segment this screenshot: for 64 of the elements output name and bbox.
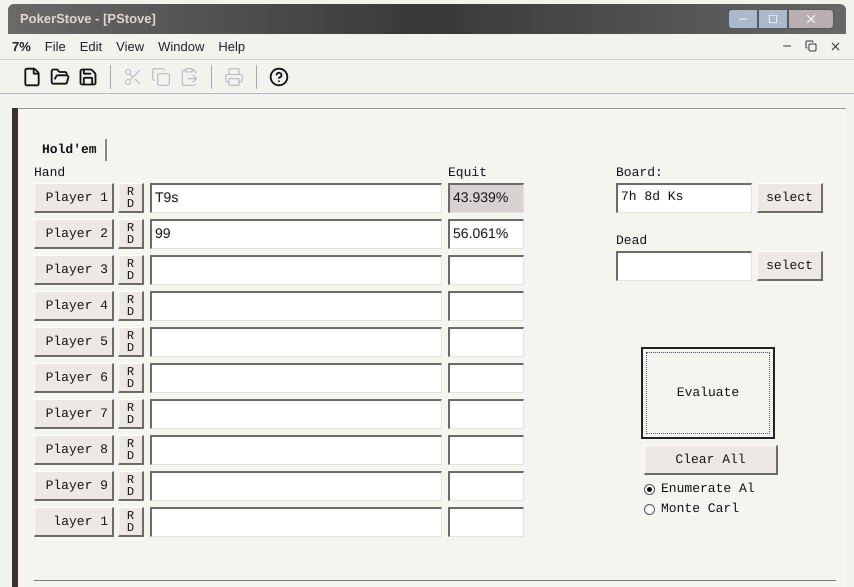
folder-icon[interactable]	[50, 66, 70, 86]
random-dead-button[interactable]: R D	[118, 183, 144, 213]
select-button[interactable]: select	[757, 183, 823, 213]
close-icon[interactable]	[829, 40, 842, 53]
radio-label: Monte Carl	[661, 500, 740, 518]
equity-field: 56.061%	[448, 219, 524, 249]
hand-field[interactable]	[150, 255, 442, 285]
menu-item[interactable]: Window	[158, 36, 204, 56]
minimize-button[interactable]	[728, 9, 758, 29]
hand-field[interactable]	[150, 363, 442, 393]
hand-field[interactable]: 99	[150, 219, 442, 249]
save-icon[interactable]	[78, 66, 98, 86]
close-icon	[804, 12, 818, 26]
menu-item[interactable]: File	[44, 36, 66, 56]
equity-header: Equit	[448, 165, 488, 181]
help-icon[interactable]	[269, 66, 289, 86]
dead-field[interactable]	[616, 251, 752, 281]
random-dead-button[interactable]: R D	[118, 255, 144, 285]
random-dead-button[interactable]: R D	[118, 219, 144, 249]
player-button[interactable]: Player 2	[34, 219, 114, 249]
player-button[interactable]: Player 3	[34, 255, 114, 285]
hand-header: Hand	[34, 165, 66, 181]
radio-button[interactable]	[644, 504, 655, 514]
radio-label: Enumerate Al	[661, 480, 755, 498]
new-file-icon[interactable]	[22, 66, 42, 86]
random-dead-button[interactable]: R D	[118, 435, 144, 465]
player-button[interactable]: Player 8	[34, 435, 114, 465]
hand-field[interactable]	[150, 399, 442, 429]
dead-label: Dead	[616, 233, 648, 249]
random-dead-button[interactable]: R D	[118, 471, 144, 501]
player-button[interactable]: Player 1	[34, 183, 114, 213]
evaluate-button[interactable]: Evaluate	[641, 347, 775, 439]
hand-field[interactable]	[150, 435, 442, 465]
window-title: PokerStove - [PStove]	[20, 10, 156, 28]
app-menu-label[interactable]: 7%	[12, 36, 31, 56]
player-button[interactable]: Player 5	[34, 327, 114, 357]
restore-icon[interactable]	[805, 40, 817, 52]
random-dead-button[interactable]: R D	[118, 291, 144, 321]
board-field[interactable]: 7h 8d Ks	[616, 183, 752, 213]
hand-field[interactable]	[150, 327, 442, 357]
player-button[interactable]: Player 9	[34, 471, 114, 501]
menu-item[interactable]: Edit	[80, 36, 102, 56]
player-button[interactable]: Player 6	[34, 363, 114, 393]
close-button[interactable]	[788, 9, 834, 29]
board-label: Board:	[616, 165, 664, 181]
hand-field[interactable]	[150, 507, 442, 537]
player-button[interactable]: layer 1	[34, 507, 114, 537]
player-button[interactable]: Player 7	[34, 399, 114, 429]
random-dead-button[interactable]: R D	[118, 327, 144, 357]
player-button[interactable]: Player 4	[34, 291, 114, 321]
select-button[interactable]: select	[757, 251, 823, 281]
random-dead-button[interactable]: R D	[118, 399, 144, 429]
equity-field: 43.939%	[448, 183, 524, 213]
maximize-button[interactable]	[758, 9, 788, 29]
random-dead-button[interactable]: R D	[118, 363, 144, 393]
maximize-icon	[768, 14, 778, 24]
clear-all-button[interactable]: Clear All	[644, 445, 778, 475]
random-dead-button[interactable]: R D	[118, 507, 144, 537]
hand-field[interactable]	[150, 291, 442, 321]
hand-field[interactable]: T9s	[150, 183, 442, 213]
menu-item[interactable]: View	[116, 36, 144, 56]
radio-button[interactable]	[644, 484, 655, 494]
menu-item[interactable]: Help	[218, 36, 246, 56]
hand-field[interactable]	[150, 471, 442, 501]
